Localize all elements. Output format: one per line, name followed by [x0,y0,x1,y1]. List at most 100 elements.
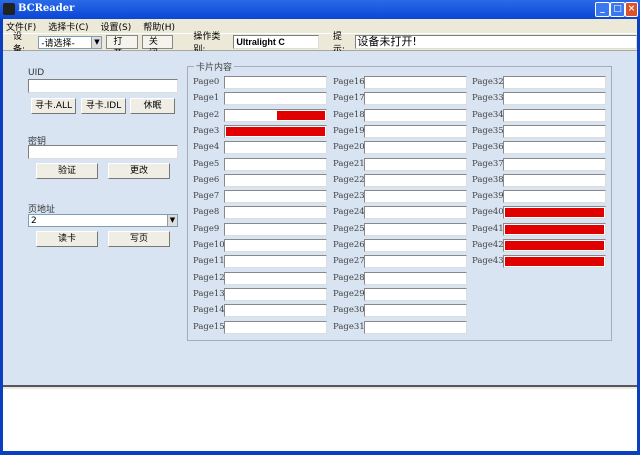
page-field[interactable] [364,173,467,187]
page-label: Page8 [193,207,220,218]
page-field[interactable] [224,157,327,171]
device-value: -请选择- [41,38,75,49]
uid-input[interactable] [28,79,178,93]
page-label: Page24 [333,207,365,218]
page-label: Page22 [333,174,365,185]
page-label: Page32 [472,77,504,87]
page-field[interactable] [224,124,327,138]
toolbar: 设 备: -请选择-▼ 打开 关闭 操作类别: Ultralight C 提示:… [3,32,638,59]
page-field[interactable] [503,108,606,122]
page-label: Page29 [333,288,365,299]
page-field[interactable] [224,255,327,269]
page-field[interactable] [503,157,606,171]
page-field[interactable] [503,222,606,236]
page-field[interactable] [224,190,327,204]
page-field[interactable] [224,76,327,89]
page-field[interactable] [364,287,467,301]
key-input[interactable] [28,145,178,159]
page-field[interactable] [503,124,606,138]
page-label: Page10 [193,240,225,250]
page-label: Page33 [472,93,504,104]
page-field[interactable] [224,92,327,106]
change-button[interactable]: 更改 [108,163,170,179]
page-field[interactable] [224,108,327,122]
title-bar: BCReader _ □ × [0,0,640,19]
page-label: Page20 [333,142,365,153]
open-button[interactable]: 打开 [106,35,138,59]
page-field[interactable] [224,141,327,155]
page-label: Page0 [193,77,220,87]
page-field[interactable] [224,206,327,220]
page-field[interactable] [364,239,467,252]
page-field[interactable] [503,255,606,269]
verify-button[interactable]: 验证 [36,163,98,179]
page-field[interactable] [364,255,467,269]
menu-settings[interactable]: 设置(S) [101,20,132,33]
page-fill [505,241,604,250]
page-field[interactable] [364,76,467,89]
page-label: Page23 [333,191,365,202]
page-field[interactable] [364,157,467,171]
page-address-value: 2 [31,215,37,226]
page-field[interactable] [224,173,327,187]
page-label: Page43 [472,256,504,267]
read-card-button[interactable]: 读卡 [36,231,98,247]
page-label: Page3 [193,125,220,136]
page-field[interactable] [503,141,606,155]
page-label: Page12 [193,272,225,283]
page-field[interactable] [224,287,327,301]
find-card-all-button[interactable]: 寻卡.ALL [31,98,76,114]
app-window: 文件(F) 选择卡(C) 设置(S) 帮助(H) 设 备: -请选择-▼ 打开 … [3,19,638,451]
page-field[interactable] [364,124,467,138]
page-field[interactable] [224,271,327,285]
page-field[interactable] [224,239,327,252]
page-label: Page21 [333,158,365,169]
minimize-button[interactable]: _ [595,2,610,17]
page-field[interactable] [364,320,467,334]
page-label: Page11 [193,256,225,267]
write-page-button[interactable]: 写页 [108,231,170,247]
close-window-button[interactable]: × [625,2,638,17]
page-field[interactable] [364,92,467,106]
page-field[interactable] [364,206,467,220]
page-label: Page16 [333,77,365,87]
device-select[interactable]: -请选择- ▼ [38,35,103,49]
menu-help[interactable]: 帮助(H) [143,20,175,33]
page-label: Page40 [472,207,504,218]
page-address-select[interactable]: 2 ▼ [28,214,178,227]
page-field[interactable] [224,222,327,236]
page-label: Page41 [472,223,504,234]
maximize-button[interactable]: □ [610,2,625,17]
page-label: Page27 [333,256,365,267]
page-label: Page28 [333,272,365,283]
page-label: Page5 [193,158,220,169]
menu-select-card[interactable]: 选择卡(C) [48,20,88,33]
find-card-idl-button[interactable]: 寻卡.IDL [81,98,126,114]
page-field[interactable] [364,271,467,285]
log-area[interactable] [3,389,637,451]
page-field[interactable] [503,173,606,187]
page-fill [505,257,604,267]
page-field[interactable] [503,206,606,220]
page-field[interactable] [503,239,606,252]
close-button[interactable]: 关闭 [141,35,174,59]
page-field[interactable] [224,304,327,318]
page-field[interactable] [503,190,606,204]
chevron-down-icon: ▼ [91,36,102,48]
page-label: Page39 [472,191,504,202]
page-field[interactable] [364,141,467,155]
sleep-button[interactable]: 休眠 [130,98,175,114]
page-field[interactable] [503,92,606,106]
page-field[interactable] [364,304,467,318]
op-type-field: Ultralight C [233,35,319,49]
uid-label: UID [28,68,45,78]
page-label: Page13 [193,288,225,299]
page-field[interactable] [503,76,606,89]
page-field[interactable] [364,108,467,122]
page-field[interactable] [224,320,327,334]
page-field[interactable] [364,222,467,236]
page-label: Page1 [193,93,220,104]
page-field[interactable] [364,190,467,204]
page-fill [226,126,325,136]
chevron-down-icon: ▼ [167,215,177,226]
